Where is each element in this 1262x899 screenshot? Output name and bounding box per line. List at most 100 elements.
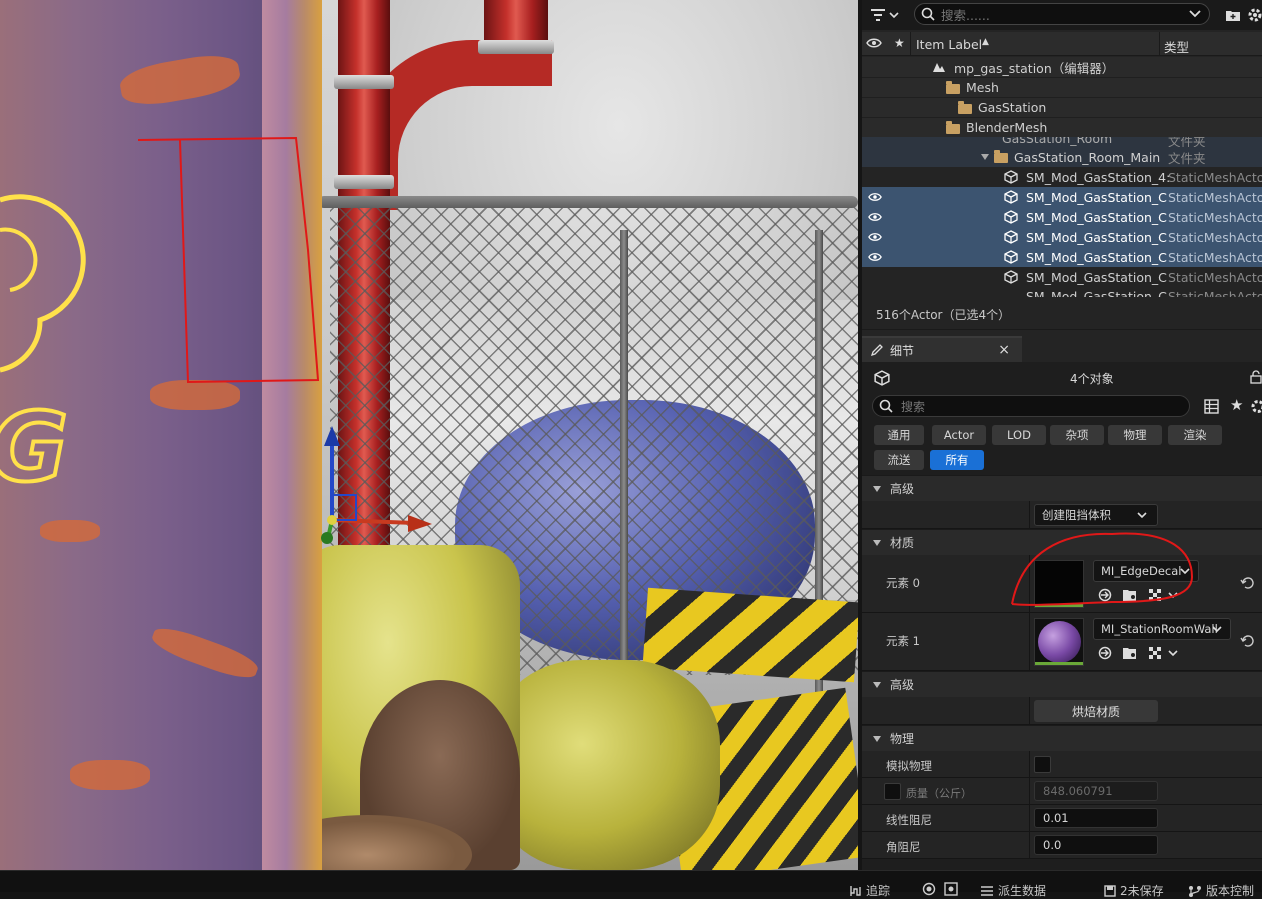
browse-folder-icon[interactable] — [1122, 646, 1138, 660]
tree-row-type: StaticMeshActo — [1168, 289, 1262, 297]
pin-column-star-icon[interactable]: ★ — [894, 36, 905, 50]
level-viewport[interactable]: G — [0, 0, 858, 870]
tree-row-folder[interactable]: Mesh — [862, 77, 1262, 97]
right-panel: 搜索...... ★ Item Label ▲ 类型 mp_gas_statio… — [862, 0, 1262, 870]
pencil-icon — [870, 344, 883, 357]
record-icon[interactable] — [922, 882, 936, 896]
tree-row-actor-selected[interactable]: SM_Mod_GasStation_C StaticMeshActo — [862, 227, 1262, 247]
lock-icon[interactable] — [1250, 370, 1262, 384]
material-thumbnail-station-room-wall[interactable] — [1034, 618, 1084, 666]
filter-chip-streaming[interactable]: 流送 — [874, 450, 924, 470]
chevron-down-icon[interactable] — [1168, 592, 1178, 599]
derived-data-button[interactable]: 派生数据 — [980, 882, 1046, 899]
mass-override-checkbox[interactable] — [884, 783, 901, 800]
striped-barricade — [642, 587, 858, 683]
folder-icon — [994, 150, 1008, 163]
sort-ascending-icon: ▲ — [982, 37, 989, 47]
tree-row-label: SM_Mod_GasStation_4: — [1026, 169, 1171, 185]
neon-sign: G — [0, 194, 86, 500]
material-picker-element-0[interactable]: MI_EdgeDecal — [1093, 560, 1199, 582]
tree-row-label: GasStation — [978, 100, 1047, 115]
material-picker-element-1[interactable]: MI_StationRoomWall — [1093, 618, 1231, 640]
simulate-physics-checkbox[interactable] — [1034, 756, 1051, 773]
tree-row-actor-selected[interactable]: SM_Mod_GasStation_C StaticMeshActo — [862, 187, 1262, 207]
details-search-input[interactable]: 搜索 — [872, 395, 1190, 417]
section-advanced[interactable]: 高级 — [862, 671, 1262, 697]
screenshot-icon[interactable] — [944, 882, 958, 896]
tab-details[interactable]: 细节 × — [862, 336, 1022, 362]
type-column[interactable]: 类型 — [1164, 37, 1189, 56]
section-physics[interactable]: 物理 — [862, 725, 1262, 751]
section-advanced[interactable]: 高级 — [862, 475, 1262, 501]
filter-button[interactable] — [870, 6, 904, 24]
tree-row-type: StaticMeshActo — [1168, 229, 1262, 245]
eye-icon[interactable] — [868, 250, 882, 264]
reset-arrow-icon[interactable] — [1240, 635, 1254, 647]
filter-icon — [871, 9, 885, 21]
chevron-down-icon — [1180, 567, 1190, 574]
filter-chip-rendering[interactable]: 渲染 — [1168, 425, 1222, 445]
transform-gizmo[interactable] — [320, 420, 440, 550]
visibility-column-eye-icon[interactable] — [866, 37, 882, 49]
settings-button[interactable] — [1246, 6, 1262, 24]
outliner-search-input[interactable]: 搜索...... — [914, 3, 1210, 25]
tree-row-level[interactable]: mp_gas_station（编辑器） — [862, 57, 1262, 77]
yellow-barrel — [490, 660, 720, 870]
angular-damping-field[interactable]: 0.0 — [1034, 835, 1158, 855]
tree-row-label: mp_gas_station（编辑器） — [954, 60, 1115, 76]
filter-chip-all[interactable]: 所有 — [930, 450, 984, 470]
add-folder-button[interactable] — [1224, 6, 1242, 24]
tree-row-folder-partial[interactable]: GasStation_Room 文件夹 — [862, 137, 1262, 147]
outliner-actor-count: 516个Actor（已选4个） — [862, 300, 1262, 330]
filter-chip-physics[interactable]: 物理 — [1108, 425, 1162, 445]
unsaved-button[interactable]: 2未保存 — [1104, 882, 1164, 899]
gear-icon — [1248, 8, 1262, 22]
bake-material-button[interactable]: 烘焙材质 — [1034, 700, 1158, 722]
reset-arrow-icon[interactable] — [1240, 577, 1254, 589]
close-icon[interactable]: × — [998, 342, 1010, 358]
tree-row-label: SM_Mod_GasStation_C — [1026, 269, 1167, 285]
checker-icon[interactable] — [1148, 588, 1162, 602]
chevron-down-icon[interactable] — [1168, 650, 1178, 657]
filter-chip-lod[interactable]: LOD — [992, 425, 1046, 445]
create-blocking-volume-dropdown[interactable]: 创建阻挡体积 — [1034, 504, 1158, 526]
linear-damping-field[interactable]: 0.01 — [1034, 808, 1158, 828]
gear-icon[interactable] — [1250, 399, 1262, 414]
tree-row-actor-selected[interactable]: SM_Mod_GasStation_C StaticMeshActo — [862, 247, 1262, 267]
eye-icon[interactable] — [868, 210, 882, 224]
filter-chip-actor[interactable]: Actor — [932, 425, 986, 445]
unsaved-label: 2未保存 — [1120, 884, 1164, 898]
item-label-column[interactable]: Item Label — [916, 37, 982, 52]
tree-row-actor[interactable]: SM_Mod_GasStation_4: StaticMeshActo — [862, 167, 1262, 187]
material-thumbnail-edge-decal[interactable] — [1034, 560, 1084, 608]
filter-chip-misc[interactable]: 杂项 — [1050, 425, 1104, 445]
trace-button[interactable]: 追踪 — [850, 882, 890, 899]
checker-icon[interactable] — [1148, 646, 1162, 660]
use-selected-asset-icon[interactable] — [1098, 646, 1112, 660]
angular-damping-label: 角阻尼 — [886, 840, 921, 854]
pipe-flange — [334, 175, 394, 189]
browse-folder-icon[interactable] — [1122, 588, 1138, 602]
chevron-down-icon[interactable] — [1189, 10, 1201, 18]
neon-letter: G — [0, 393, 68, 500]
favorite-star-icon[interactable]: ★ — [1230, 396, 1243, 414]
tree-row-folder[interactable]: GasStation_Room_Main 文件夹 — [862, 147, 1262, 167]
tree-row-actor-selected[interactable]: SM_Mod_GasStation_C StaticMeshActo — [862, 207, 1262, 227]
source-control-button[interactable]: 版本控制 — [1188, 882, 1254, 899]
tree-row-actor-partial[interactable]: SM_Mod_GasStation_C StaticMeshActo — [862, 287, 1262, 297]
level-icon — [933, 63, 945, 72]
expand-arrow-icon[interactable] — [980, 153, 990, 161]
static-mesh-icon — [1004, 250, 1018, 264]
section-materials[interactable]: 材质 — [862, 529, 1262, 555]
table-view-icon[interactable] — [1204, 399, 1219, 414]
mass-field[interactable]: 848.060791 — [1034, 781, 1158, 801]
filter-chip-general[interactable]: 通用 — [874, 425, 924, 445]
tree-row-folder[interactable]: BlenderMesh — [862, 117, 1262, 137]
use-selected-asset-icon[interactable] — [1098, 588, 1112, 602]
eye-icon[interactable] — [868, 190, 882, 204]
eye-icon[interactable] — [868, 230, 882, 244]
prop-row-simulate-physics: 模拟物理 — [862, 751, 1262, 778]
tree-row-actor[interactable]: SM_Mod_GasStation_C StaticMeshActo — [862, 267, 1262, 287]
tree-row-folder[interactable]: GasStation — [862, 97, 1262, 117]
paint-splatter — [70, 760, 150, 790]
